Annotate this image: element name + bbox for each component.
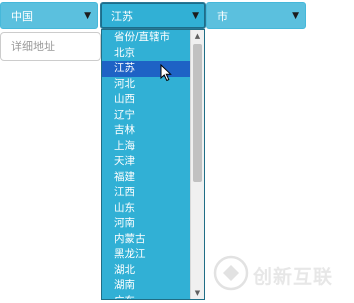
province-option[interactable]: 上海 — [102, 139, 191, 155]
province-option[interactable]: 天津 — [102, 154, 191, 170]
address-input[interactable]: 详细地址 — [0, 32, 101, 61]
scrollbar-thumb[interactable] — [193, 44, 202, 182]
province-option[interactable]: 福建 — [102, 170, 191, 186]
province-option[interactable]: 河北 — [102, 77, 191, 93]
province-option[interactable]: 江西 — [102, 185, 191, 201]
city-select[interactable]: 市 ▼ — [206, 2, 306, 29]
address-form: 中国 ▼ 江苏 ▼ 市 ▼ 详细地址 省份/直辖市 北京 江苏 河北 山西 辽宁 吉林 上海天… — [0, 0, 354, 303]
province-options: 省份/直辖市 北京 江苏 河北 山西 辽宁 吉林 上海 天津 福建 江西 山东 河南 内蒙古 黑龙江 湖北 湖南… — [102, 30, 191, 300]
province-option[interactable]: 湖北 — [102, 263, 191, 279]
province-select[interactable]: 江苏 ▼ — [100, 2, 206, 29]
scroll-up-icon[interactable]: ▲ — [191, 30, 204, 42]
watermark-text: 创新互联 — [253, 266, 334, 288]
country-select[interactable]: 中国 ▼ — [0, 2, 98, 29]
province-option[interactable]: 省份/直辖市 — [102, 30, 191, 46]
province-option[interactable]: 山东 — [102, 201, 191, 217]
province-option[interactable]: 山西 — [102, 92, 191, 108]
scroll-down-icon[interactable]: ▼ — [191, 287, 204, 299]
province-option[interactable]: 辽宁 — [102, 108, 191, 124]
province-option[interactable]: 湖南 — [102, 278, 191, 294]
province-select-value: 江苏 — [111, 10, 133, 23]
province-option[interactable]: 吉林 — [102, 123, 191, 139]
province-option[interactable]: 黑龙江 — [102, 247, 191, 263]
dropdown-arrow-icon: ▼ — [84, 11, 91, 21]
watermark-logo: 创新互联 — [213, 255, 353, 295]
mouse-pointer-icon — [160, 64, 172, 82]
province-dropdown-list: 省份/直辖市 北京 江苏 河北 山西 辽宁 吉林 上海 天津 福建 江西 山东 河南 内蒙古 黑龙江 湖北 湖南… — [101, 29, 205, 300]
province-option[interactable]: 河南 — [102, 216, 191, 232]
city-select-value: 市 — [217, 10, 228, 23]
watermark-logo-icon — [213, 255, 249, 291]
dropdown-arrow-icon: ▼ — [292, 11, 299, 21]
address-input-placeholder: 详细地址 — [11, 40, 55, 53]
province-option[interactable]: 江苏 — [102, 61, 191, 77]
province-option[interactable]: 北京 — [102, 46, 191, 62]
dropdown-scrollbar[interactable]: ▲ ▼ — [190, 30, 204, 299]
province-option[interactable]: 广东 — [102, 294, 191, 300]
dropdown-arrow-icon: ▼ — [192, 11, 199, 21]
country-select-value: 中国 — [11, 10, 33, 23]
province-option[interactable]: 内蒙古 — [102, 232, 191, 248]
